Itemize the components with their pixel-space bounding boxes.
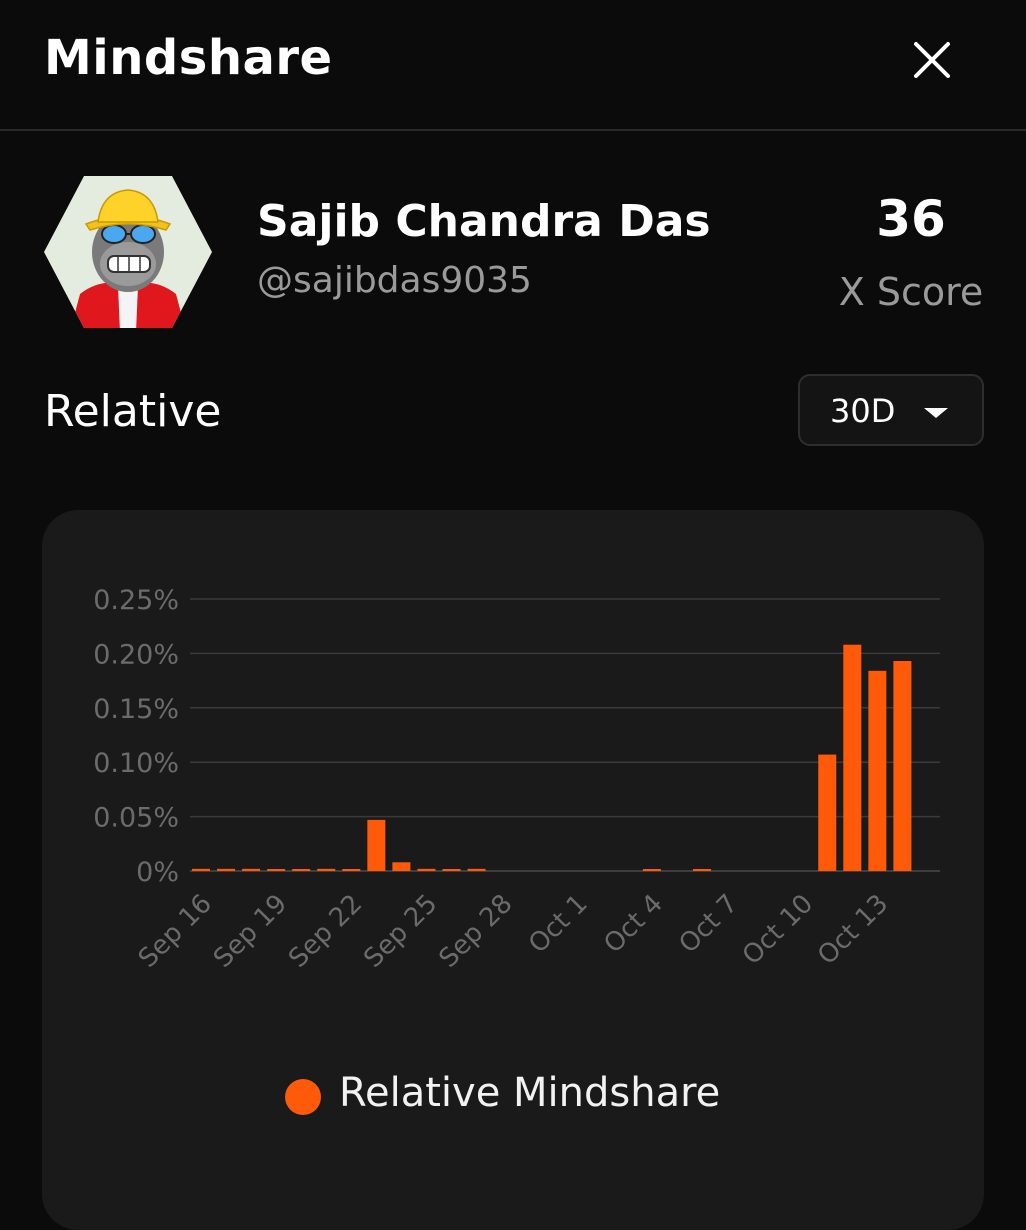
bar-oct-6 <box>693 869 711 871</box>
bar-sep-20 <box>292 869 311 871</box>
period-dropdown[interactable]: 30D <box>798 374 984 446</box>
y-tick-label: 0.20% <box>93 639 179 670</box>
bar-sep-27 <box>467 868 486 871</box>
x-tick-label: Oct 13 <box>812 889 894 971</box>
x-tick-label: Oct 4 <box>598 889 669 960</box>
bar-sep-23 <box>367 819 386 871</box>
x-tick-label: Oct 10 <box>737 889 819 971</box>
x-tick-label: Sep 19 <box>208 889 293 974</box>
period-selected-value: 30D <box>830 392 896 430</box>
bar-sep-19 <box>267 869 286 871</box>
bar-oct-12 <box>843 644 862 871</box>
y-tick-label: 0.25% <box>93 585 179 616</box>
header-bar: Mindshare <box>0 0 1026 131</box>
x-tick-label: Sep 16 <box>133 889 218 974</box>
profile-section: Sajib Chandra Das @sajibdas9035 36 X Sco… <box>0 160 1026 350</box>
x-score-value: 36 <box>876 190 946 248</box>
legend-marker <box>285 1079 321 1115</box>
x-tick-label: Oct 1 <box>523 889 594 960</box>
section-title-relative: Relative <box>44 386 222 437</box>
page-title: Mindshare <box>44 30 333 86</box>
x-tick-label: Sep 22 <box>283 889 368 974</box>
x-tick-label: Sep 28 <box>433 889 518 974</box>
user-handle: @sajibdas9035 <box>257 260 532 301</box>
close-icon <box>914 42 950 78</box>
bar-sep-25 <box>417 868 436 871</box>
bar-sep-26 <box>442 869 461 871</box>
bar-sep-21 <box>317 868 336 871</box>
bar-oct-14 <box>893 661 912 871</box>
bar-sep-18 <box>242 868 261 871</box>
bar-oct-13 <box>868 670 887 871</box>
x-tick-label: Sep 25 <box>358 889 443 974</box>
y-tick-label: 0.15% <box>93 694 179 725</box>
bar-oct-4 <box>642 869 661 871</box>
avatar[interactable] <box>40 172 216 332</box>
y-tick-label: 0.10% <box>93 748 179 779</box>
bar-sep-16 <box>192 868 210 871</box>
bar-sep-24 <box>392 862 411 871</box>
y-tick-label: 0.05% <box>93 803 179 834</box>
legend-label: Relative Mindshare <box>339 1070 721 1116</box>
bar-oct-11 <box>818 754 837 871</box>
y-tick-label: 0% <box>136 857 179 888</box>
x-tick-label: Oct 7 <box>673 889 744 960</box>
caret-down-icon <box>924 408 948 418</box>
user-name: Sajib Chandra Das <box>257 196 711 247</box>
bar-sep-22 <box>342 869 361 871</box>
x-score-label: X Score <box>838 270 984 314</box>
chart-card: 0% 0.05% 0.10% 0.15% 0.20% 0.25% Sep 16 Sep 19 S… <box>42 510 984 1230</box>
avatar-ape-yellow-hat-icon <box>44 176 212 328</box>
close-button[interactable] <box>904 32 960 88</box>
bar-sep-17 <box>217 868 236 871</box>
